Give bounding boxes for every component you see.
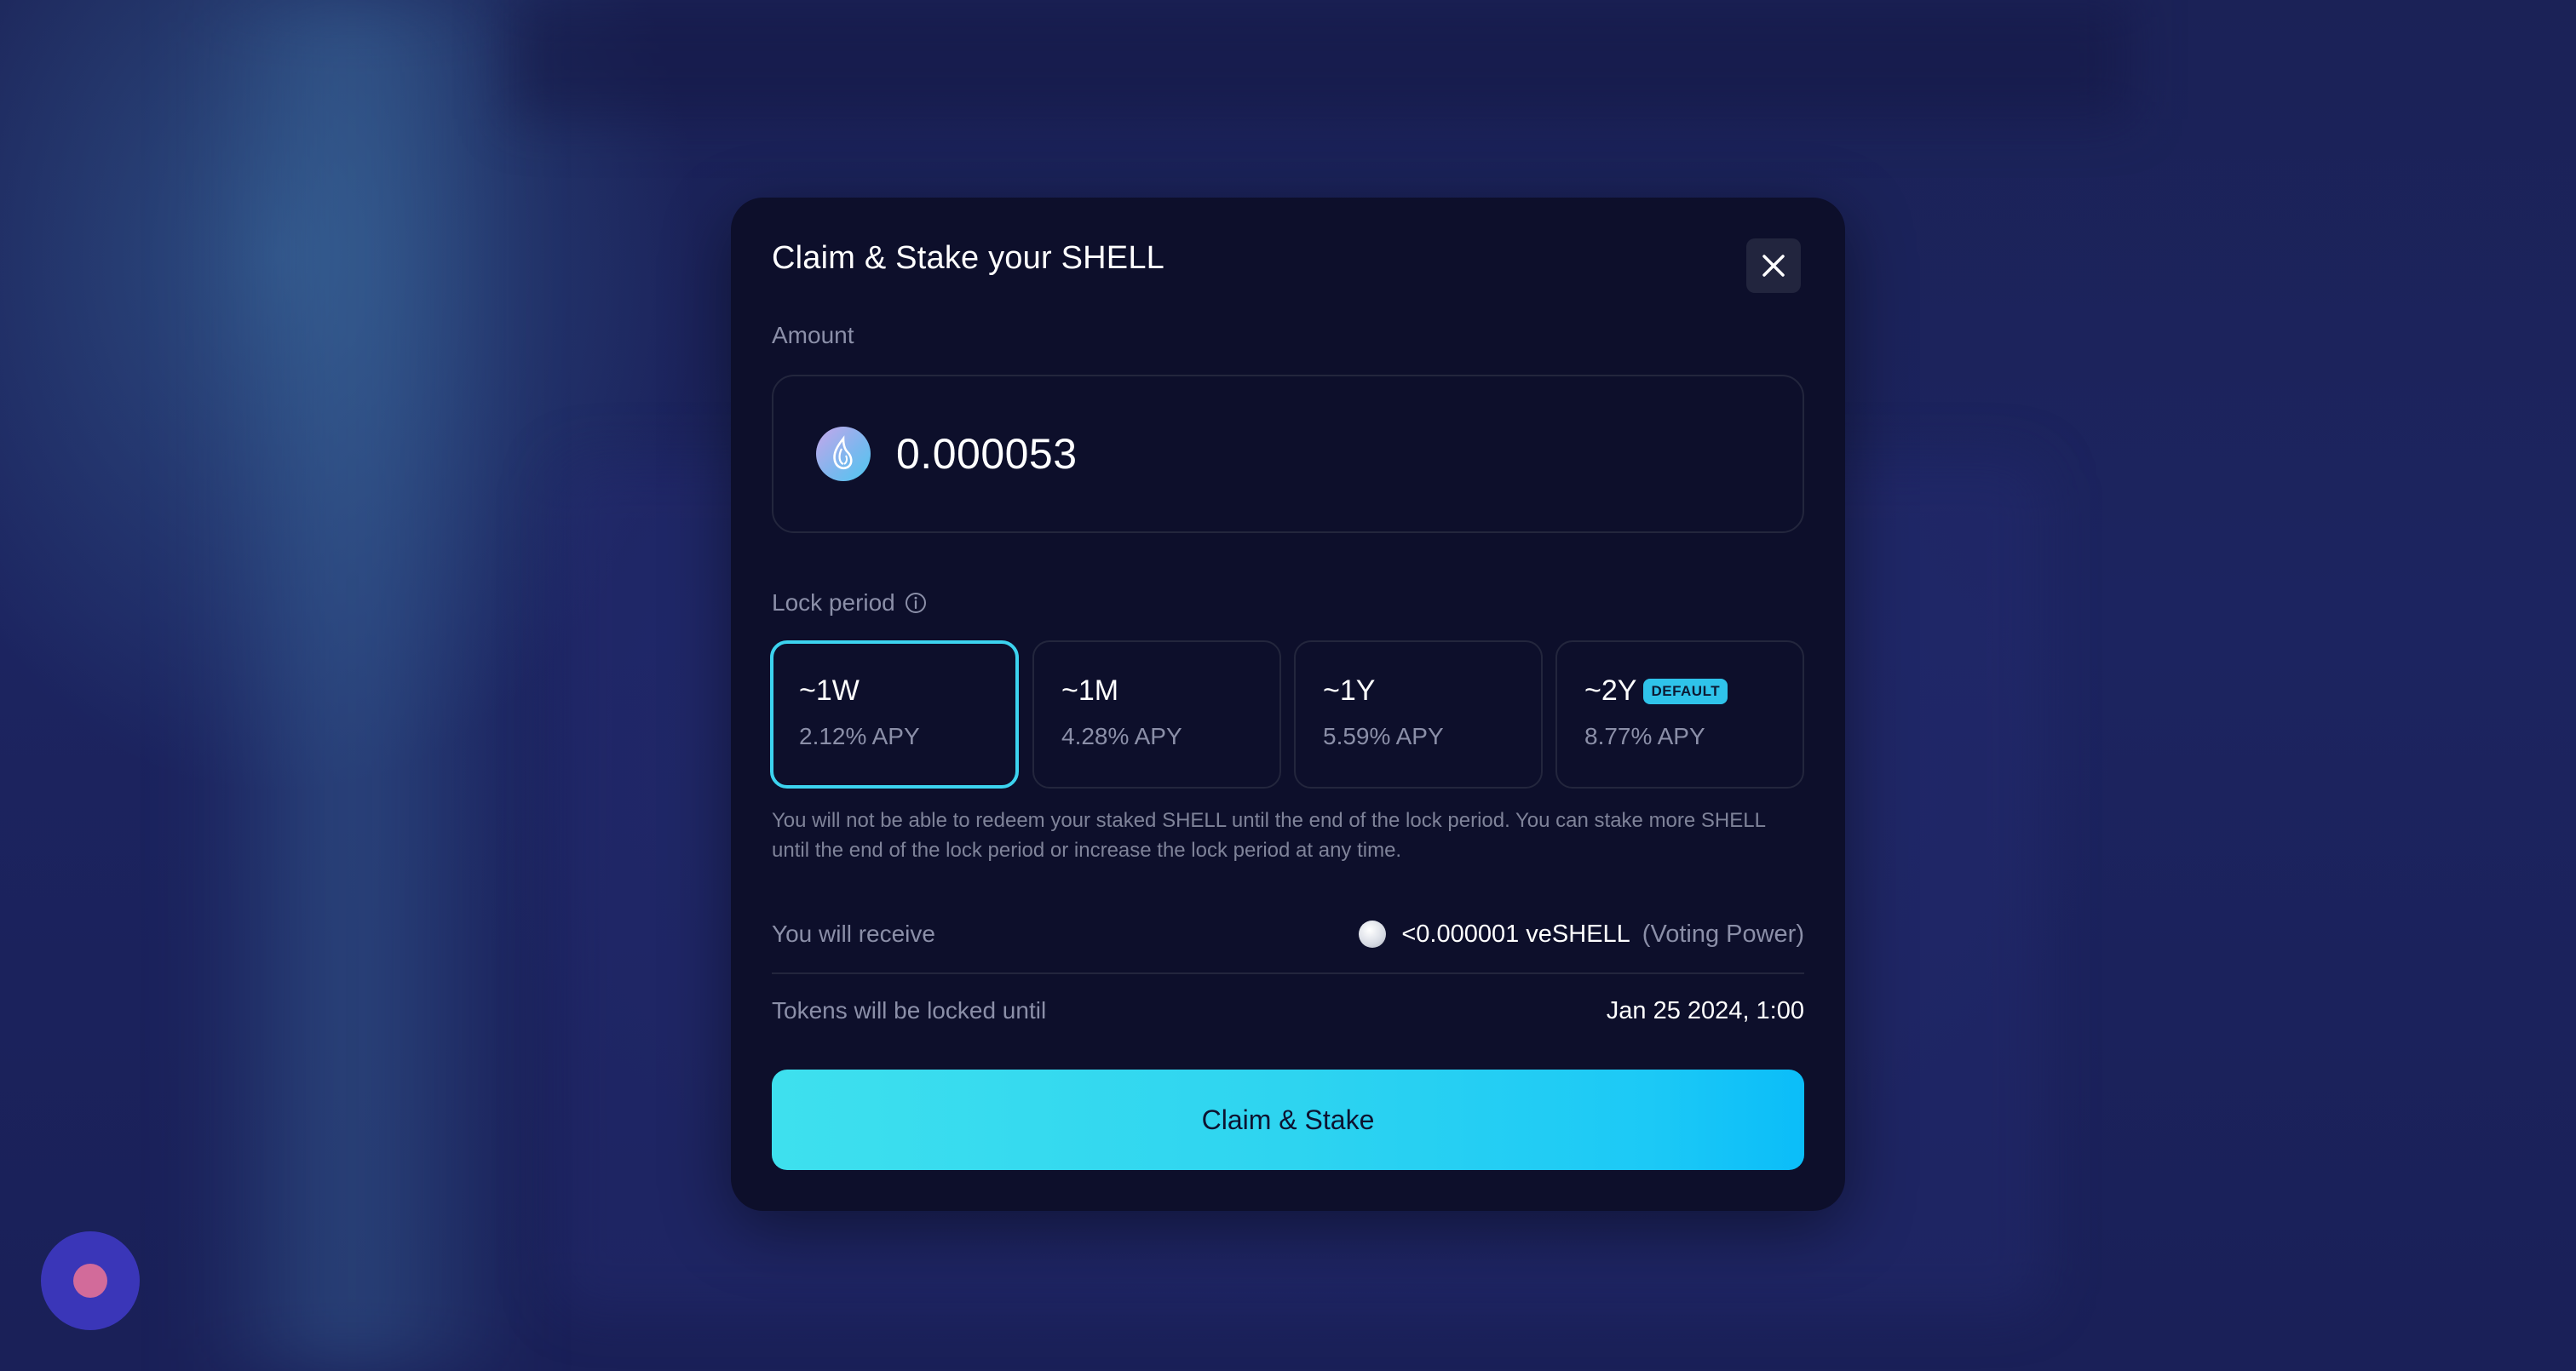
background-topbar — [511, 0, 2130, 119]
chat-widget-button[interactable] — [41, 1231, 140, 1330]
lock-option-2y[interactable]: ~2Y DEFAULT 8.77% APY — [1555, 640, 1804, 789]
close-button[interactable] — [1746, 238, 1801, 293]
lock-option-apy: 5.59% APY — [1323, 723, 1444, 749]
lock-option-1m[interactable]: ~1M 4.28% APY — [1032, 640, 1281, 789]
lock-option-apy: 2.12% APY — [799, 723, 920, 749]
shell-token-icon — [816, 427, 871, 481]
amount-label: Amount — [772, 322, 854, 348]
info-icon[interactable] — [904, 591, 928, 615]
amount-input[interactable]: 0.000053 — [772, 375, 1804, 533]
background-sidebar-glow — [187, 0, 511, 1371]
lock-option-name: ~2Y — [1584, 674, 1637, 707]
modal-title: Claim & Stake your SHELL — [772, 240, 1164, 276]
veshell-token-icon — [1359, 921, 1387, 948]
receive-label: You will receive — [772, 921, 935, 947]
lock-option-apy: 4.28% APY — [1061, 723, 1182, 749]
lock-notice: You will not be able to redeem your stak… — [772, 809, 1766, 862]
lock-option-1w[interactable]: ~1W 2.12% APY — [770, 640, 1019, 789]
lock-option-apy: 8.77% APY — [1584, 723, 1705, 749]
chat-icon — [73, 1264, 107, 1298]
lock-period-options: ~1W 2.12% APY ~1M 4.28% APY ~1Y 5.59% AP… — [770, 640, 1806, 789]
close-icon — [1762, 255, 1785, 277]
receive-row: You will receive <0.000001 veSHELL (Voti… — [772, 904, 1804, 964]
receive-value: <0.000001 veSHELL — [1401, 920, 1630, 948]
claim-stake-button[interactable]: Claim & Stake — [772, 1070, 1804, 1170]
amount-value: 0.000053 — [896, 430, 1078, 478]
lock-period-label: Lock period — [772, 589, 895, 616]
locked-until-label: Tokens will be locked until — [772, 997, 1047, 1024]
divider — [772, 972, 1804, 974]
lock-period-label-row: Lock period — [772, 589, 928, 617]
locked-until-row: Tokens will be locked until Jan 25 2024,… — [772, 981, 1804, 1041]
default-badge: DEFAULT — [1643, 678, 1728, 704]
voting-power-suffix: (Voting Power) — [1642, 920, 1804, 948]
lock-option-name: ~1Y — [1323, 674, 1376, 707]
claim-stake-modal: Claim & Stake your SHELL Amount 0.000053… — [731, 198, 1845, 1211]
lock-option-name: ~1W — [799, 674, 860, 707]
locked-until-value: Jan 25 2024, 1:00 — [1606, 996, 1804, 1024]
lock-option-1y[interactable]: ~1Y 5.59% APY — [1294, 640, 1543, 789]
lock-option-name: ~1M — [1061, 674, 1119, 707]
